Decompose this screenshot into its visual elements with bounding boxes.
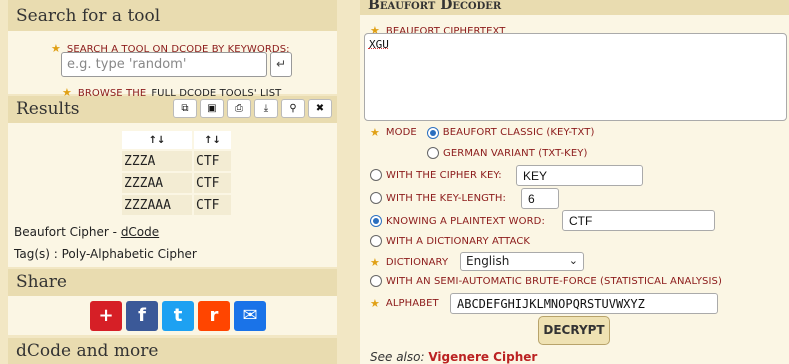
- dictionary-row: ★ Dictionary: [370, 256, 448, 269]
- star-icon: ★: [370, 126, 380, 139]
- search-panel-title: Search for a tool: [8, 0, 337, 31]
- alphabet-input[interactable]: [450, 293, 718, 314]
- close-button[interactable]: ✖: [308, 99, 332, 118]
- result-key-cell: ZZZAA: [122, 173, 192, 193]
- sort-key-column-button[interactable]: ↑↓: [122, 131, 192, 149]
- screenshot-button[interactable]: ▣: [200, 99, 224, 118]
- chevron-down-icon: ⌄: [568, 254, 578, 267]
- search-panel: Search for a tool ★ Search a tool on dCod…: [8, 0, 337, 99]
- dictionary-attack-radio[interactable]: [370, 235, 382, 247]
- mode-row: ★ Mode Beaufort classic (Key-Txt): [370, 126, 594, 139]
- cipher-key-label[interactable]: With the cipher key:: [386, 170, 502, 181]
- reddit-icon[interactable]: r: [198, 301, 230, 331]
- see-also: See also: Vigenere Cipher: [370, 350, 537, 364]
- dictionary-attack-label[interactable]: With a dictionary attack: [386, 236, 530, 247]
- results-panel: Results ⧉ ▣ ⎙ ⤓ ⚲ ✖ ↑↓ ↑↓ ZZZA CTF ZZZAA…: [8, 96, 337, 267]
- decoder-title: Beaufort Decoder: [360, 0, 789, 15]
- search-input[interactable]: [61, 52, 267, 77]
- dictionary-select[interactable]: English ⌄: [460, 252, 584, 271]
- result-key-cell: ZZZAAA: [122, 195, 192, 215]
- column-divider: [351, 0, 360, 364]
- sort-plaintext-column-button[interactable]: ↑↓: [194, 131, 231, 149]
- mode-german-label[interactable]: German variant (Txt-Key): [443, 148, 587, 159]
- mode-label: Mode: [385, 127, 417, 138]
- plaintext-word-radio[interactable]: [370, 215, 382, 227]
- share-title: Share: [8, 269, 337, 296]
- dictionary-attack-row: With a dictionary attack: [370, 235, 530, 247]
- results-panel-header: Results ⧉ ▣ ⎙ ⤓ ⚲ ✖: [8, 96, 337, 123]
- dictionary-label: Dictionary: [385, 257, 449, 268]
- plaintext-word-input[interactable]: [562, 210, 715, 231]
- result-key-cell: ZZZA: [122, 151, 192, 171]
- plaintext-word-row: Knowing a plaintext word:: [370, 215, 545, 227]
- addthis-icon[interactable]: +: [90, 301, 122, 331]
- table-row: ZZZAA CTF: [122, 173, 231, 193]
- cipher-key-row: With the cipher key:: [370, 169, 502, 181]
- tags-line: Tag(s) : Poly-Alphabetic Cipher: [14, 247, 197, 261]
- result-plaintext-cell: CTF: [194, 195, 231, 215]
- more-panel: dCode and more: [8, 338, 337, 364]
- decrypt-button[interactable]: DECRYPT: [538, 316, 610, 345]
- pin-button[interactable]: ⚲: [281, 99, 305, 118]
- star-icon: ★: [370, 256, 380, 269]
- email-icon[interactable]: ✉: [234, 301, 266, 331]
- twitter-icon[interactable]: t: [162, 301, 194, 331]
- copy-button[interactable]: ⧉: [173, 99, 197, 118]
- ciphertext-input[interactable]: XGU: [364, 33, 787, 121]
- result-plaintext-cell: CTF: [194, 173, 231, 193]
- cipher-credit: Beaufort Cipher - dCode: [14, 225, 159, 239]
- cipher-key-radio[interactable]: [370, 169, 382, 181]
- key-length-label[interactable]: With the key-length:: [386, 193, 506, 204]
- see-also-prefix: See also:: [370, 350, 429, 364]
- plaintext-word-label[interactable]: Knowing a plaintext word:: [386, 216, 545, 227]
- credit-prefix: Beaufort Cipher -: [14, 225, 121, 239]
- vigenere-link[interactable]: Vigenere Cipher: [428, 350, 537, 364]
- facebook-icon[interactable]: f: [126, 301, 158, 331]
- dcode-link[interactable]: dCode: [121, 225, 159, 239]
- star-icon: ★: [370, 297, 380, 310]
- key-length-input[interactable]: [521, 188, 559, 209]
- results-title: Results: [16, 99, 80, 119]
- mode-german-row: German variant (Txt-Key): [427, 147, 587, 159]
- mode-classic-radio[interactable]: [426, 126, 439, 139]
- key-length-row: With the key-length:: [370, 192, 506, 204]
- alphabet-label: Alphabet: [385, 298, 439, 309]
- left-column: Search for a tool ★ Search a tool on dCod…: [0, 0, 348, 364]
- share-icons: + f t r ✉: [90, 301, 266, 331]
- search-enter-button[interactable]: ↵: [270, 52, 292, 77]
- bruteforce-radio[interactable]: [370, 275, 382, 287]
- spellcheck-underline: [368, 48, 388, 49]
- mode-german-radio[interactable]: [427, 147, 439, 159]
- star-icon: ★: [51, 42, 61, 55]
- cipher-key-input[interactable]: [516, 165, 643, 186]
- share-panel: Share + f t r ✉: [8, 269, 337, 335]
- results-table: ↑↓ ↑↓ ZZZA CTF ZZZAA CTF ZZZAAA CTF: [120, 129, 233, 217]
- mode-classic-label[interactable]: Beaufort classic (Key-Txt): [443, 127, 595, 138]
- result-plaintext-cell: CTF: [194, 151, 231, 171]
- alphabet-row: ★ Alphabet: [370, 297, 439, 310]
- table-row: ZZZAAA CTF: [122, 195, 231, 215]
- download-button[interactable]: ⤓: [254, 99, 278, 118]
- dictionary-selected-value: English: [466, 254, 510, 268]
- table-row: ZZZA CTF: [122, 151, 231, 171]
- more-title: dCode and more: [8, 338, 337, 364]
- key-length-radio[interactable]: [370, 192, 382, 204]
- bruteforce-label[interactable]: With an semi-automatic brute-force (stat…: [386, 276, 722, 287]
- bruteforce-row: With an semi-automatic brute-force (stat…: [370, 275, 722, 287]
- print-button[interactable]: ⎙: [227, 99, 251, 118]
- results-toolbar: ⧉ ▣ ⎙ ⤓ ⚲ ✖: [173, 99, 332, 118]
